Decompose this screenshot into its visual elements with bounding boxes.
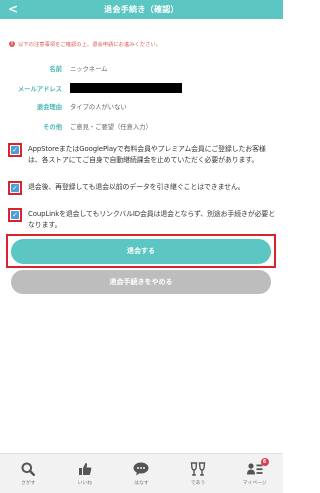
warning-notice-text: 以下の注意事項をご確認の上、退会申請にお進みください。 (18, 42, 162, 48)
info-value: ご意見・ご要望（任意入力） (70, 123, 152, 131)
info-row-reason: 退会理由 タイプの人がいない (0, 101, 283, 111)
info-label: その他 (43, 123, 62, 131)
warning-icon: ! (9, 41, 15, 47)
glasses-cheers-icon (190, 461, 206, 476)
info-row-other: その他 ご意見・ご要望（任意入力） (0, 121, 283, 131)
checkbox-highlight: ✓ (8, 143, 22, 157)
info-value: タイプの人がいない (70, 103, 127, 111)
nav-label: であう (190, 481, 206, 486)
nav-item-mypage[interactable]: 6 マイページ (226, 454, 283, 493)
checkbox[interactable]: ✓ (11, 146, 19, 154)
nav-item-like[interactable]: いいね (57, 454, 114, 493)
info-row-name: 名前 ニックネーム (0, 63, 283, 73)
nav-item-meet[interactable]: であう (170, 454, 227, 493)
info-label: メールアドレス (17, 85, 62, 93)
warning-notice: ! 以下の注意事項をご確認の上、退会申請にお進みください。 (9, 40, 161, 48)
checkbox-highlight: ✓ (8, 208, 22, 222)
nav-label: いいね (77, 481, 93, 486)
nav-label: はなす (134, 481, 149, 486)
app-header: < 退会手続き（確認） (0, 0, 283, 19)
thumbs-up-icon (78, 461, 92, 476)
checkbox[interactable]: ✓ (11, 211, 19, 219)
confirm-button-highlight: 退会する (6, 234, 276, 268)
info-value: ニックネーム (70, 65, 108, 73)
checkbox-highlight: ✓ (8, 181, 22, 195)
info-label: 退会理由 (36, 103, 62, 111)
redacted-email (70, 83, 182, 93)
agreement-item-store-billing: ✓ AppStoreまたはGooglePlayで有料会員やプレミアム会員にご登録… (8, 143, 276, 165)
checkbox[interactable]: ✓ (11, 184, 19, 192)
notification-badge: 6 (260, 458, 269, 466)
nav-label: マイページ (242, 481, 267, 486)
chevron-left-icon[interactable]: < (8, 1, 18, 17)
nav-item-talk[interactable]: はなす (113, 454, 170, 493)
bottom-nav: さがす いいね はなす であう 6 マイページ (0, 453, 283, 493)
cancel-withdrawal-button[interactable]: 退会手続きをやめる (11, 270, 271, 294)
agreement-text: CoupLinkを退会してもリンクバルID会員は退会とならず、別途お手続きが必要… (28, 210, 275, 229)
agreement-item-data-loss: ✓ 退会後、再登録しても退会以前のデータを引き継ぐことはできません。 (8, 181, 276, 195)
info-label: 名前 (49, 65, 62, 73)
nav-item-search[interactable]: さがす (0, 454, 57, 493)
agreement-item-linkbal-id: ✓ CoupLinkを退会してもリンクバルID会員は退会とならず、別途お手続きが… (8, 208, 276, 230)
agreement-text: AppStoreまたはGooglePlayで有料会員やプレミアム会員にご登録した… (28, 145, 266, 164)
info-row-email: メールアドレス (0, 83, 283, 93)
chat-bubble-icon (133, 461, 149, 476)
page-title: 退会手続き（確認） (104, 5, 179, 14)
search-icon (21, 461, 36, 476)
agreement-text: 退会後、再登録しても退会以前のデータを引き継ぐことはできません。 (28, 183, 245, 191)
withdraw-button[interactable]: 退会する (11, 238, 271, 264)
nav-label: さがす (21, 481, 36, 486)
